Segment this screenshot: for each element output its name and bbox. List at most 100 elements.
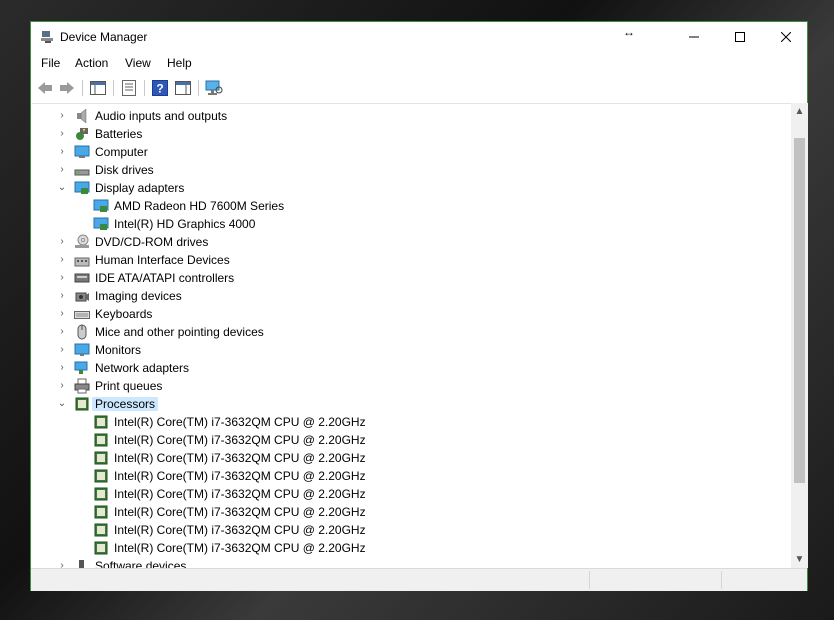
tree-category-label: Mice and other pointing devices — [95, 325, 264, 339]
network-adapter-icon — [74, 361, 88, 374]
chevron-right-icon[interactable]: › — [56, 290, 68, 302]
chevron-down-icon[interactable]: ⌄ — [56, 398, 68, 410]
show-hide-console-tree-button[interactable] — [89, 79, 107, 97]
menu-view[interactable]: View — [125, 56, 151, 70]
disk-drive-icon — [74, 169, 90, 176]
monitor-icon — [74, 343, 90, 356]
device-tree[interactable]: › Audio inputs and outputs › Batteries ›… — [32, 103, 791, 569]
keyboard-icon — [74, 311, 90, 319]
tree-category-print-queues[interactable]: › Print queues — [32, 377, 772, 395]
processor-icon — [94, 523, 108, 537]
tree-device-label: Intel(R) Core(TM) i7-3632QM CPU @ 2.20GH… — [114, 505, 366, 519]
vertical-scrollbar[interactable]: ▲ ▼ — [791, 103, 808, 568]
tree-category-keyboards[interactable]: › Keyboards — [32, 305, 772, 323]
svg-text:?: ? — [156, 82, 163, 96]
help-button[interactable]: ? — [151, 79, 169, 97]
scroll-down-icon[interactable]: ▼ — [791, 554, 808, 565]
tree-device-processor[interactable]: Intel(R) Core(TM) i7-3632QM CPU @ 2.20GH… — [32, 467, 772, 485]
chevron-right-icon[interactable]: › — [56, 362, 68, 374]
tree-device-label: Intel(R) HD Graphics 4000 — [114, 217, 256, 231]
action-pane-icon — [175, 81, 191, 95]
menu-file[interactable]: File — [41, 56, 60, 70]
chevron-right-icon[interactable]: › — [56, 380, 68, 392]
processor-icon — [94, 541, 108, 555]
tree-device-processor[interactable]: Intel(R) Core(TM) i7-3632QM CPU @ 2.20GH… — [32, 539, 772, 557]
tree-category-ide[interactable]: › IDE ATA/ATAPI controllers — [32, 269, 772, 287]
chevron-down-icon[interactable]: ⌄ — [56, 182, 68, 194]
tree-device-processor[interactable]: Intel(R) Core(TM) i7-3632QM CPU @ 2.20GH… — [32, 485, 772, 503]
processor-icon — [94, 415, 108, 429]
tree-category-monitors[interactable]: › Monitors — [32, 341, 772, 359]
minimize-button[interactable] — [671, 22, 717, 52]
chevron-right-icon[interactable]: › — [56, 308, 68, 320]
battery-icon — [76, 128, 88, 140]
status-bar-divider — [589, 571, 590, 589]
chevron-right-icon[interactable]: › — [56, 344, 68, 356]
tree-device-display-adapter[interactable]: Intel(R) HD Graphics 4000 — [32, 215, 772, 233]
tree-device-processor[interactable]: Intel(R) Core(TM) i7-3632QM CPU @ 2.20GH… — [32, 521, 772, 539]
device-manager-window: Device Manager ↔ File Action View Help ?… — [30, 21, 808, 591]
properties-icon — [122, 80, 136, 96]
action-pane-button[interactable] — [174, 79, 192, 97]
menu-bar: File Action View Help — [31, 52, 807, 74]
help-icon: ? — [152, 80, 168, 96]
chevron-right-icon[interactable]: › — [56, 110, 68, 122]
back-button[interactable] — [36, 79, 54, 97]
menu-action[interactable]: Action — [75, 56, 108, 70]
display-adapter-icon — [93, 199, 109, 212]
tree-category-disk-drives[interactable]: › Disk drives — [32, 161, 772, 179]
computer-icon — [74, 145, 90, 158]
tree-category-network[interactable]: › Network adapters — [32, 359, 772, 377]
scroll-up-icon[interactable]: ▲ — [791, 106, 808, 117]
tree-device-label: Intel(R) Core(TM) i7-3632QM CPU @ 2.20GH… — [114, 487, 366, 501]
tree-category-display-adapters[interactable]: ⌄ Display adapters — [32, 179, 772, 197]
forward-icon — [60, 82, 74, 94]
window-title: Device Manager — [60, 30, 148, 44]
tree-category-label: Print queues — [95, 379, 163, 393]
tree-category-audio[interactable]: › Audio inputs and outputs — [32, 107, 772, 125]
tree-category-computer[interactable]: › Computer — [32, 143, 772, 161]
minimize-icon — [689, 36, 699, 38]
close-button[interactable] — [763, 22, 809, 52]
chevron-right-icon[interactable]: › — [56, 146, 68, 158]
tree-device-processor[interactable]: Intel(R) Core(TM) i7-3632QM CPU @ 2.20GH… — [32, 449, 772, 467]
tree-category-label: Imaging devices — [95, 289, 182, 303]
close-icon — [781, 32, 791, 42]
scrollbar-thumb[interactable] — [794, 138, 805, 483]
toolbar-separator — [82, 80, 83, 96]
mouse-icon — [77, 324, 87, 340]
tree-category-mice[interactable]: › Mice and other pointing devices — [32, 323, 772, 341]
maximize-button[interactable] — [717, 22, 763, 52]
chevron-right-icon[interactable]: › — [56, 236, 68, 248]
title-bar[interactable]: Device Manager ↔ — [31, 22, 807, 52]
show-hide-console-tree-icon — [90, 81, 106, 95]
scan-hardware-button[interactable] — [205, 79, 223, 97]
tree-device-display-adapter[interactable]: AMD Radeon HD 7600M Series — [32, 197, 772, 215]
tree-category-imaging[interactable]: › Imaging devices — [32, 287, 772, 305]
chevron-right-icon[interactable]: › — [56, 272, 68, 284]
chevron-right-icon[interactable]: › — [56, 254, 68, 266]
tree-category-processors[interactable]: ⌄ Processors — [32, 395, 772, 413]
menu-help[interactable]: Help — [167, 56, 192, 70]
tree-category-label: Batteries — [95, 127, 143, 141]
tree-category-label: IDE ATA/ATAPI controllers — [95, 271, 235, 285]
forward-button[interactable] — [58, 79, 76, 97]
properties-button[interactable] — [120, 79, 138, 97]
chevron-right-icon[interactable]: › — [56, 128, 68, 140]
tree-category-dvd[interactable]: › DVD/CD-ROM drives — [32, 233, 772, 251]
tree-device-processor[interactable]: Intel(R) Core(TM) i7-3632QM CPU @ 2.20GH… — [32, 503, 772, 521]
maximize-icon — [735, 32, 745, 42]
hid-icon — [74, 257, 90, 267]
dvd-drive-icon — [75, 234, 89, 248]
tree-category-batteries[interactable]: › Batteries — [32, 125, 772, 143]
tree-device-processor[interactable]: Intel(R) Core(TM) i7-3632QM CPU @ 2.20GH… — [32, 431, 772, 449]
ide-controller-icon — [74, 273, 90, 283]
tree-category-label: DVD/CD-ROM drives — [95, 235, 209, 249]
tree-category-hid[interactable]: › Human Interface Devices — [32, 251, 772, 269]
chevron-right-icon[interactable]: › — [56, 326, 68, 338]
tree-category-label: Disk drives — [95, 163, 154, 177]
tree-category-label: Processors — [92, 397, 159, 411]
chevron-right-icon[interactable]: › — [56, 164, 68, 176]
display-adapter-icon — [74, 181, 90, 194]
tree-device-processor[interactable]: Intel(R) Core(TM) i7-3632QM CPU @ 2.20GH… — [32, 413, 772, 431]
